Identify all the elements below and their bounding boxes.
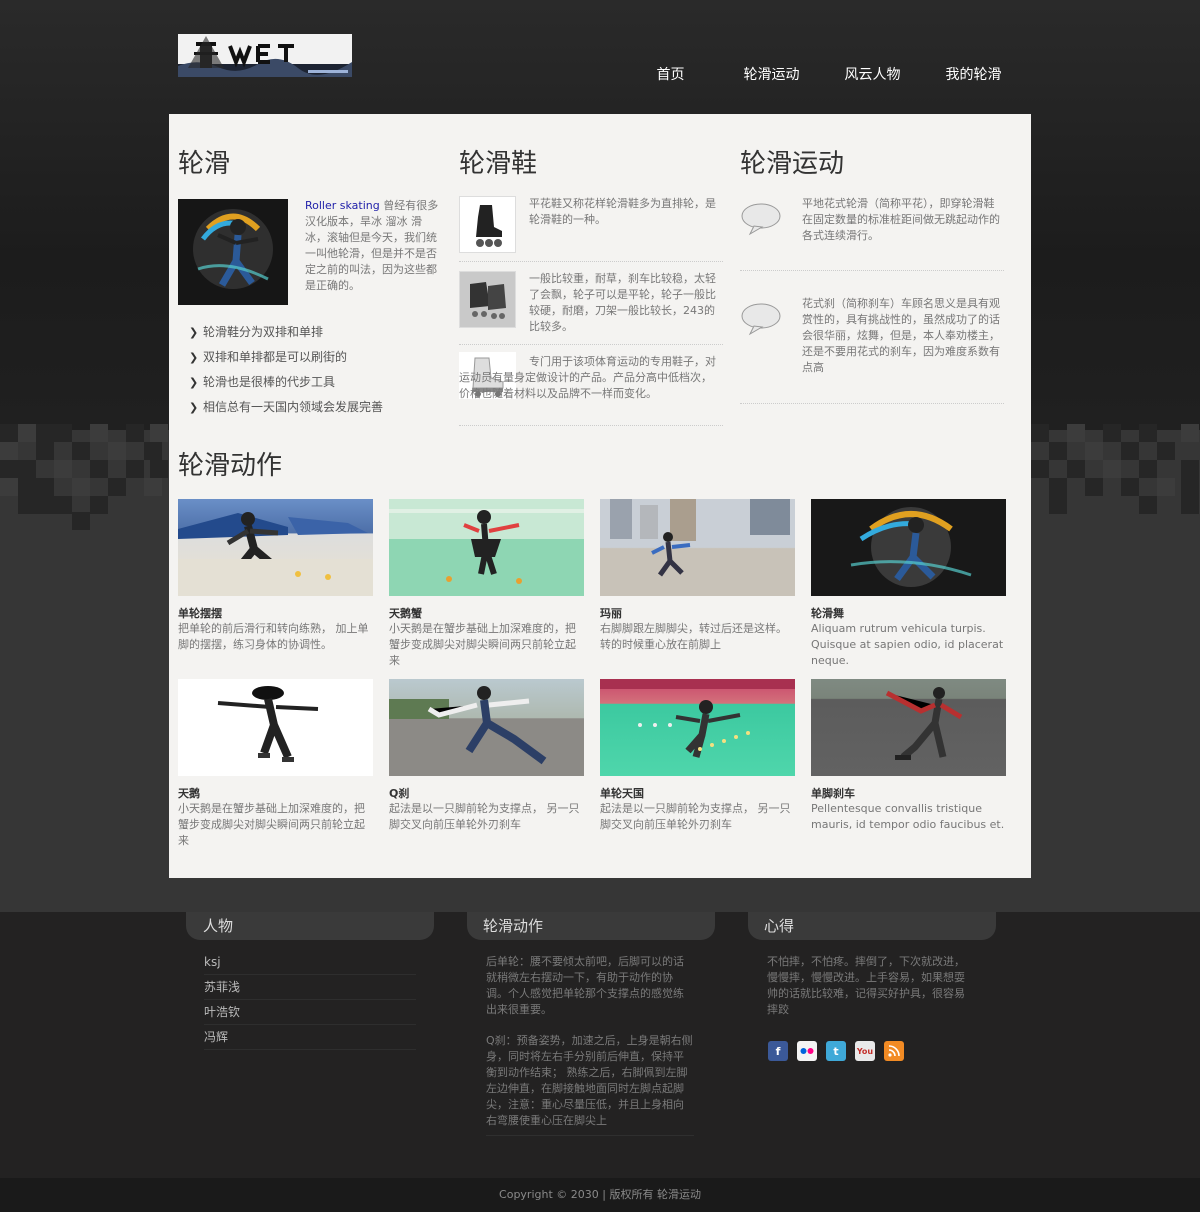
flickr-icon[interactable] (797, 1041, 817, 1061)
action-card[interactable]: 单轮天国 起法是以一只脚前轮为支撑点， 另一只脚交叉向前压单轮外刃刹车 (600, 679, 795, 833)
action-photo (178, 499, 373, 596)
action-photo (389, 679, 584, 776)
people-link[interactable]: 叶浩钦 (204, 1000, 416, 1025)
chevron-right-icon: ❯ (189, 351, 199, 364)
action-card[interactable]: Q刹 起法是以一只脚前轮为支撑点， 另一只脚交叉向前压单轮外刃刹车 (389, 679, 584, 833)
col2-title: 轮滑鞋 (459, 149, 538, 179)
action-title: 单轮摆摆 (178, 607, 222, 620)
action-desc: 右脚脚跟左脚脚尖，转过后还是这样。转的时候重心放在前脚上 (600, 622, 787, 651)
action-card[interactable]: 单轮摆摆 把单轮的前后滑行和转向练熟， 加上单脚的摆摆，练习身体的协调性。 (178, 499, 373, 653)
facebook-icon[interactable]: f (768, 1041, 788, 1061)
action-title: Q刹 (389, 787, 410, 800)
action-photo (178, 679, 373, 776)
logo-image (178, 34, 352, 77)
chevron-right-icon: ❯ (189, 376, 199, 389)
shoe-item: 一般比较重，耐草，刹车比较稳，太轻了会飘，轮子可以是平轮，轮子一般比较硬，耐磨，… (459, 271, 723, 345)
action-photo (389, 499, 584, 596)
site-logo[interactable] (178, 34, 352, 77)
pixel-decoration-right (1031, 420, 1200, 530)
action-desc: 起法是以一只脚前轮为支撑点， 另一只脚交叉向前压单轮外刃刹车 (389, 802, 580, 831)
chevron-right-icon: ❯ (189, 326, 199, 339)
action-card[interactable]: 轮滑舞 Aliquam rutrum vehicula turpis. Quis… (811, 499, 1006, 669)
shoe-desc: 平花鞋又称花样轮滑鞋多为直排轮，是轮滑鞋的一种。 (529, 197, 716, 226)
footer-actions-text-2: Q刹：预备姿势，加速之后，上身是朝右侧身，同时将左右手分别前后伸直，保持平衡到动… (486, 1033, 694, 1136)
action-title: 玛丽 (600, 607, 622, 620)
action-title: 单轮天国 (600, 787, 644, 800)
sport-desc: 平地花式轮滑（简称平花），即穿轮滑鞋在固定数量的标准桩距间做无跳起动作的各式连续… (802, 197, 1000, 242)
nav-item-home[interactable]: 首页 (620, 64, 721, 86)
main-nav: 首页 轮滑运动 风云人物 我的轮滑 (620, 64, 1024, 86)
action-card[interactable]: 单脚刹车 Pellentesque convallis tristique ma… (811, 679, 1006, 833)
action-desc: Pellentesque convallis tristique mauris,… (811, 802, 1005, 831)
col1-title: 轮滑 (178, 149, 231, 179)
nav-item-people[interactable]: 风云人物 (822, 64, 923, 86)
action-desc: 起法是以一只脚前轮为支撑点， 另一只脚交叉向前压单轮外刃刹车 (600, 802, 791, 831)
shoe-desc: 一般比较重，耐草，刹车比较稳，太轻了会飘，轮子可以是平轮，轮子一般比较硬，耐磨，… (529, 272, 716, 333)
action-title: 轮滑舞 (811, 607, 844, 620)
footer-tips-title: 心得 (764, 917, 795, 935)
action-photo (600, 499, 795, 596)
actions-title: 轮滑动作 (178, 451, 283, 481)
action-card[interactable]: 天鹅蟹 小天鹅是在蟹步基础上加深难度的，把蟹步变成脚尖对脚尖瞬间两只前轮立起来 (389, 499, 584, 669)
skater-graffiti-image (178, 199, 288, 305)
action-desc: Aliquam rutrum vehicula turpis. Quisque … (811, 622, 1004, 667)
footer-actions-text-1: 后单轮：腰不要倾太前吧，后脚可以的话就稍微左右摆动一下，有助于动作的协调。个人感… (486, 955, 684, 1016)
people-link[interactable]: ksj (204, 950, 416, 975)
rss-icon[interactable] (884, 1041, 904, 1061)
action-photo (811, 499, 1006, 596)
list-item: ❯ 双排和单排都是可以刷街的 (189, 345, 383, 370)
nav-item-my-skating[interactable]: 我的轮滑 (923, 64, 1024, 86)
speech-bubble-icon (741, 303, 781, 336)
people-list: ksj 苏菲浅 叶浩钦 冯辉 (204, 950, 416, 1050)
action-card[interactable]: 玛丽 右脚脚跟左脚脚尖，转过后还是这样。转的时候重心放在前脚上 (600, 499, 795, 653)
action-card[interactable]: 天鹅 小天鹅是在蟹步基础上加深难度的，把蟹步变成脚尖对脚尖瞬间两只前轮立起来 (178, 679, 373, 849)
shoe-desc: 专门用于该项体育运动的专用鞋子，对运动员有量身定做设计的产品。产品分高中低档次，… (459, 355, 716, 400)
shoe-item: 专门用于该项体育运动的专用鞋子，对运动员有量身定做设计的产品。产品分高中低档次，… (459, 352, 723, 426)
footer-people-title: 人物 (203, 917, 234, 935)
action-photo (811, 679, 1006, 776)
col1-intro: Roller skating 曾经有很多汉化版本，旱冰 溜冰 滑冰，滚轴但是今天… (305, 199, 439, 292)
speech-bubble-icon (741, 203, 781, 236)
list-item: ❯ 轮滑也是很棒的代步工具 (189, 370, 383, 395)
footer-actions-title: 轮滑动作 (483, 917, 544, 935)
shoe-thumbnail (459, 271, 516, 328)
shoe-item: 平花鞋又称花样轮滑鞋多为直排轮，是轮滑鞋的一种。 (459, 196, 723, 262)
pixel-decoration-left (0, 420, 170, 530)
people-link[interactable]: 苏菲浅 (204, 975, 416, 1000)
action-photo (600, 679, 795, 776)
main-content: 轮滑 Roller skating 曾经有很多汉化版本，旱冰 溜冰 滑冰，滚轴但… (169, 114, 1031, 878)
action-title: 天鹅蟹 (389, 607, 422, 620)
col1-bullet-list: ❯ 轮滑鞋分为双排和单排 ❯ 双排和单排都是可以刷街的 ❯ 轮滑也是很棒的代步工具 ❯… (189, 320, 383, 420)
sport-item: 花式刹（简称刹车）车顾名思义是具有观赏性的，具有挑战性的，虽然成功了的话会很华丽… (740, 296, 1004, 404)
action-desc: 小天鹅是在蟹步基础上加深难度的，把蟹步变成脚尖对脚尖瞬间两只前轮立起来 (178, 802, 365, 847)
shoe-thumbnail (459, 196, 516, 253)
footer-tips-text: 不怕摔，不怕疼。摔倒了，下次就改进，慢慢摔，慢慢改进。上手容易，如果想耍帅的话就… (767, 955, 965, 1016)
action-title: 天鹅 (178, 787, 200, 800)
list-item: ❯ 轮滑鞋分为双排和单排 (189, 320, 383, 345)
people-link[interactable]: 冯辉 (204, 1025, 416, 1050)
nav-item-skating-sport[interactable]: 轮滑运动 (721, 64, 822, 86)
col3-title: 轮滑运动 (740, 149, 845, 179)
action-desc: 小天鹅是在蟹步基础上加深难度的，把蟹步变成脚尖对脚尖瞬间两只前轮立起来 (389, 622, 576, 667)
action-desc: 把单轮的前后滑行和转向练熟， 加上单脚的摆摆，练习身体的协调性。 (178, 622, 369, 651)
copyright: Copyright © 2030 | 版权所有 轮滑运动 (0, 1178, 1200, 1212)
list-item: ❯ 相信总有一天国内领域会发展完善 (189, 395, 383, 420)
twitter-icon[interactable]: t (826, 1041, 846, 1061)
social-icons: f t You (768, 1041, 913, 1061)
roller-skating-link[interactable]: Roller skating (305, 199, 380, 212)
sport-desc: 花式刹（简称刹车）车顾名思义是具有观赏性的，具有挑战性的，虽然成功了的话会很华丽… (802, 297, 1000, 374)
sport-item: 平地花式轮滑（简称平花），即穿轮滑鞋在固定数量的标准桩距间做无跳起动作的各式连续… (740, 196, 1004, 271)
chevron-right-icon: ❯ (189, 401, 199, 414)
action-title: 单脚刹车 (811, 787, 855, 800)
youtube-icon[interactable]: You (855, 1041, 875, 1061)
